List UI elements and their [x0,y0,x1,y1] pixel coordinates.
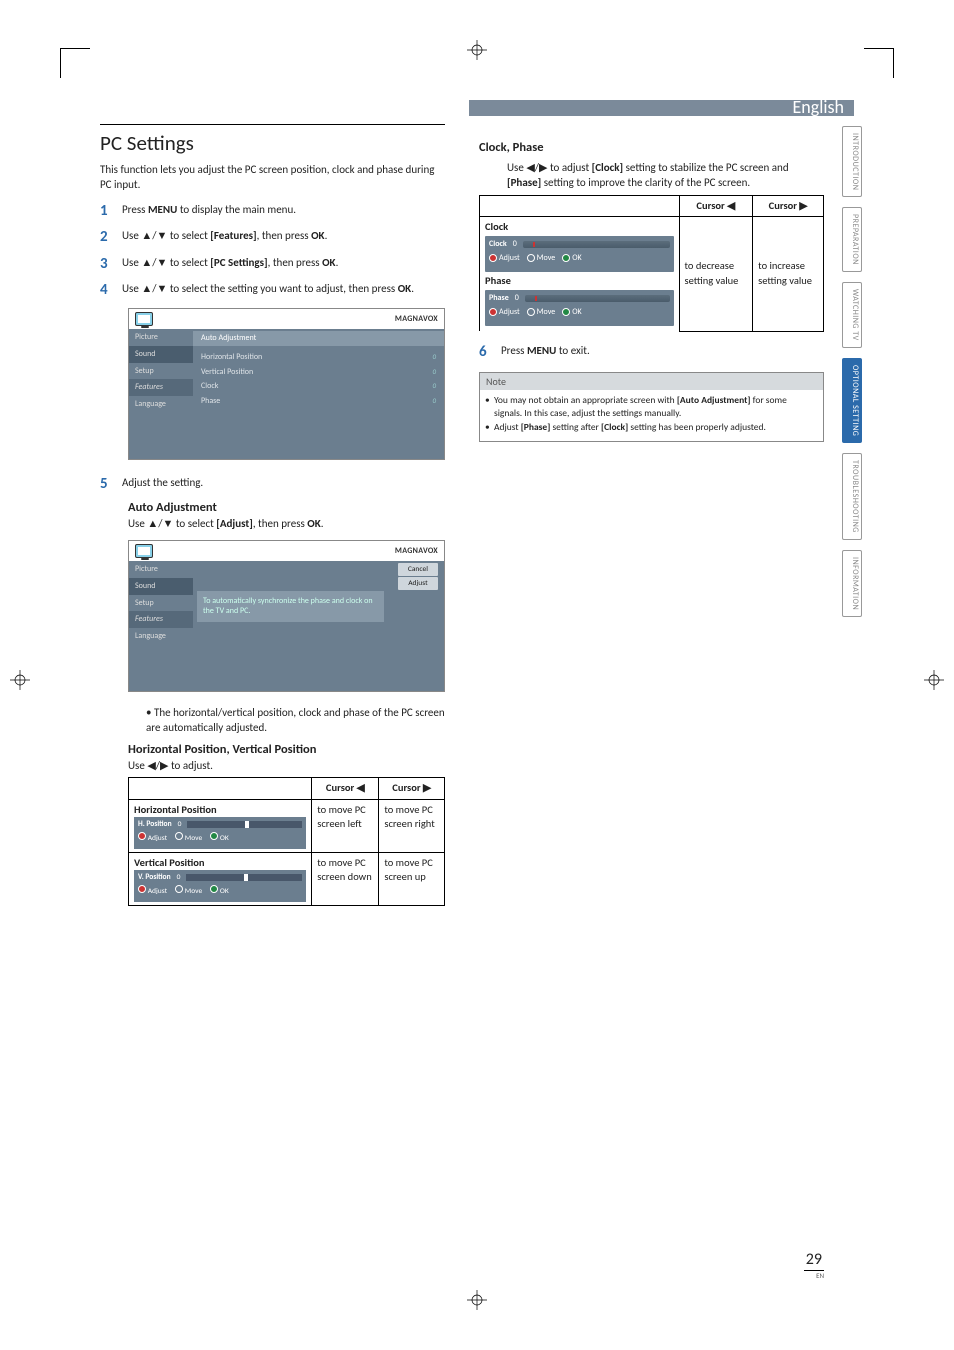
position-table: Cursor ◀Cursor ▶ Horizontal Position H. … [128,777,445,906]
row-title: Clock [485,220,508,233]
osd-row: Clock0 [193,379,444,394]
tab-preparation[interactable]: PREPARATION [842,207,862,272]
page-title: PC Settings [100,124,445,157]
subsection-heading: Auto Adjustment [128,500,445,517]
step-number: 4 [100,280,122,300]
osd-panel: H. Position0 Adjust Move OK [134,817,306,849]
bullet-text: • The horizontal/vertical position, cloc… [128,706,445,736]
right-column: Clock, Phase Use ◀/▶ to adjust [Clock] s… [479,124,824,916]
osd-panel: Clock0 Adjust Move OK [485,236,674,272]
osd-row: Horizontal Position0 [193,350,444,365]
language-header: English [469,100,854,116]
tab-troubleshooting[interactable]: TROUBLESHOOTING [842,453,862,540]
osd-menu-item: Features [129,379,193,396]
note-box: Note You may not obtain an appropriate s… [479,372,824,442]
step-body: Press MENU to display the main menu. [122,201,445,221]
brand-logo: MAGNAVOX [395,314,438,325]
subsection-heading: Horizontal Position, Vertical Position [128,742,445,759]
table-cell: to move PC screen up [379,852,445,905]
note-item: Adjust [Phase] setting after [Clock] set… [494,421,817,434]
tab-watching-tv[interactable]: WATCHING TV [842,282,862,348]
osd-menu-item: Setup [129,595,193,612]
osd-menu-item: Language [129,628,193,645]
row-title: Phase [485,274,511,287]
note-heading: Note [480,373,823,391]
osd-info-text: To automatically synchronize the phase a… [197,591,384,622]
tab-information[interactable]: INFORMATION [842,550,862,617]
table-header: Cursor ◀ [312,778,379,799]
osd-menu-item: Features [129,611,193,628]
step-body: Use ▲/▼ to select [PC Settings], then pr… [122,254,445,274]
left-column: PC Settings This function lets you adjus… [100,124,445,916]
table-cell: to move PC screen right [379,799,445,852]
osd-row: Vertical Position0 [193,365,444,380]
osd-panel: Phase0 Adjust Move OK [485,290,674,326]
intro-text: This function lets you adjust the PC scr… [100,163,445,193]
step-body: Press MENU to exit. [501,342,824,362]
osd-menu-item: Language [129,396,193,413]
osd-menu-item: Sound [129,578,193,595]
osd-menu-item: Sound [129,346,193,363]
step-number: 3 [100,254,122,274]
step-number: 5 [100,474,122,494]
table-header: Cursor ▶ [379,778,445,799]
section-tabs: INTRODUCTION PREPARATION WATCHING TV OPT… [842,126,862,617]
step-body: Use ▲/▼ to select [Features], then press… [122,227,445,247]
registration-mark-icon [467,40,487,60]
tab-optional-setting[interactable]: OPTIONAL SETTING [842,358,862,443]
clock-phase-table: Cursor ◀Cursor ▶ Clock Clock0 Adjust Mov… [479,195,824,332]
brand-logo: MAGNAVOX [395,546,438,557]
table-cell: to move PC screen left [312,799,379,852]
step-number: 6 [479,342,501,362]
registration-mark-icon [924,670,944,690]
tv-icon [135,544,153,558]
osd-row: Auto Adjustment [193,331,444,346]
subsection-text: Use ▲/▼ to select [Adjust], then press O… [128,517,445,532]
osd-screenshot: MAGNAVOX Picture Sound Setup Features La… [128,540,445,692]
step-number: 1 [100,201,122,221]
osd-menu-item: Picture [129,561,193,578]
subsection-text: Use ◀/▶ to adjust. [128,759,445,774]
crop-mark [60,48,90,78]
step-body: Adjust the setting. [122,474,445,494]
step-number: 2 [100,227,122,247]
language-label: English [793,96,844,118]
table-cell: to move PC screen down [312,852,379,905]
registration-mark-icon [467,1290,487,1310]
step-body: Use ▲/▼ to select the setting you want t… [122,280,445,300]
tv-icon [135,312,153,326]
tab-introduction[interactable]: INTRODUCTION [842,126,862,197]
crop-mark [864,48,894,78]
osd-row: Phase0 [193,394,444,409]
osd-menu-item: Picture [129,329,193,346]
osd-cancel-button: Cancel [398,563,438,576]
osd-adjust-button: Adjust [398,577,438,590]
table-cell: to decrease setting value [679,216,753,331]
row-title: Vertical Position [134,856,205,869]
osd-screenshot: MAGNAVOX Picture Sound Setup Features La… [128,308,445,460]
table-header: Cursor ◀ [679,195,753,216]
row-title: Horizontal Position [134,803,217,816]
page-number: 29 EN [804,1250,824,1280]
table-cell: to increase setting value [753,216,824,331]
subsection-heading: Clock, Phase [479,140,824,157]
osd-menu-item: Setup [129,363,193,380]
osd-panel: V. Position0 Adjust Move OK [134,870,306,902]
note-item: You may not obtain an appropriate screen… [494,394,817,420]
table-header: Cursor ▶ [753,195,824,216]
registration-mark-icon [10,670,30,690]
subsection-text: Use ◀/▶ to adjust [Clock] setting to sta… [479,161,824,191]
